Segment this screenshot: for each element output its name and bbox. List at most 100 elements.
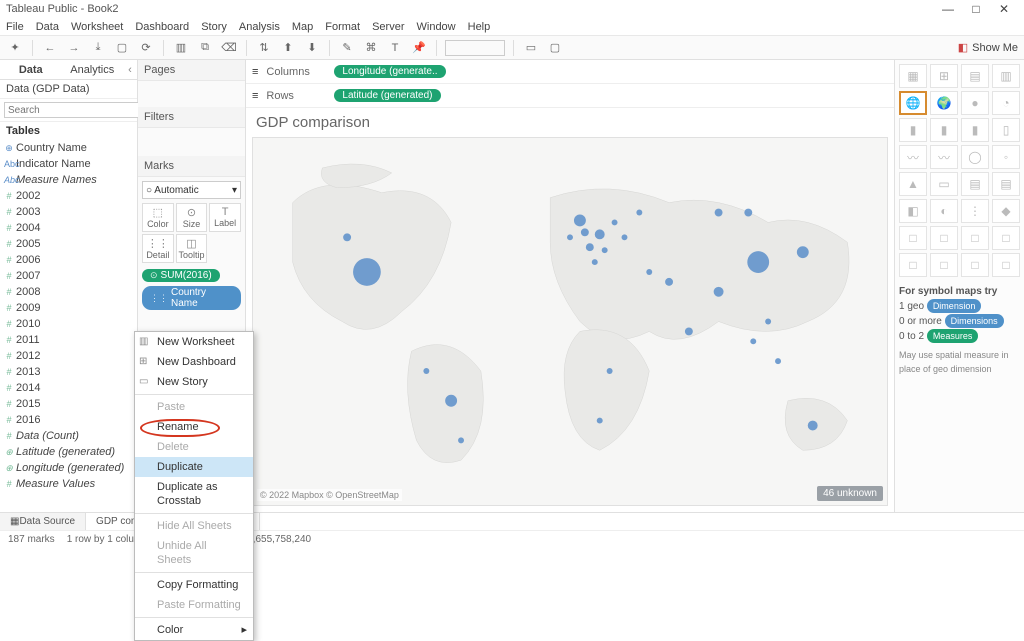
refresh-button[interactable]: ⟳ bbox=[137, 39, 155, 57]
showme-chart-option[interactable]: □ bbox=[961, 253, 989, 277]
field-item[interactable]: #2013 bbox=[0, 364, 137, 380]
field-item[interactable]: #2011 bbox=[0, 332, 137, 348]
showme-chart-option[interactable]: ▥ bbox=[992, 64, 1020, 88]
showme-chart-option[interactable]: ◧ bbox=[899, 199, 927, 223]
field-item[interactable]: ⊕Country Name bbox=[0, 140, 137, 156]
menu-map[interactable]: Map bbox=[292, 21, 313, 33]
field-item[interactable]: AbcIndicator Name bbox=[0, 156, 137, 172]
field-item[interactable]: #2003 bbox=[0, 204, 137, 220]
ctx-item-duplicate[interactable]: Duplicate bbox=[135, 457, 253, 477]
showme-chart-option[interactable]: ◯ bbox=[961, 145, 989, 169]
label-toggle-button[interactable]: T bbox=[386, 39, 404, 57]
ctx-item-new-dashboard[interactable]: ⊞New Dashboard bbox=[135, 352, 253, 372]
collapse-pane-button[interactable]: ‹ bbox=[123, 60, 137, 79]
group-button[interactable]: ⌘ bbox=[362, 39, 380, 57]
rows-pill-latitude[interactable]: Latitude (generated) bbox=[334, 89, 440, 102]
rows-shelf[interactable]: ≡ Rows Latitude (generated) bbox=[246, 84, 894, 108]
new-datasource-button[interactable]: ▢ bbox=[113, 39, 131, 57]
menu-story[interactable]: Story bbox=[201, 21, 227, 33]
showme-chart-option[interactable]: ◦ bbox=[992, 145, 1020, 169]
field-item[interactable]: AbcMeasure Names bbox=[0, 172, 137, 188]
ctx-item-copy-formatting[interactable]: Copy Formatting bbox=[135, 575, 253, 595]
showme-chart-option[interactable]: ● bbox=[961, 91, 989, 115]
logo-icon[interactable]: ✦ bbox=[6, 39, 24, 57]
show-me-toggle[interactable]: ◧ Show Me bbox=[958, 41, 1018, 54]
field-item[interactable]: #2012 bbox=[0, 348, 137, 364]
showme-chart-option[interactable]: ▤ bbox=[961, 64, 989, 88]
new-worksheet-button[interactable]: ▥ bbox=[172, 39, 190, 57]
showme-chart-option[interactable]: 〰 bbox=[930, 145, 958, 169]
field-item[interactable]: #2004 bbox=[0, 220, 137, 236]
columns-pill-longitude[interactable]: Longitude (generate.. bbox=[334, 65, 445, 78]
showme-chart-option[interactable]: 🌍 bbox=[930, 91, 958, 115]
showme-chart-option[interactable]: □ bbox=[961, 226, 989, 250]
save-button[interactable]: ⤓ bbox=[89, 39, 107, 57]
menu-analysis[interactable]: Analysis bbox=[239, 21, 280, 33]
showme-chart-option[interactable]: ▦ bbox=[899, 64, 927, 88]
field-item[interactable]: #2009 bbox=[0, 300, 137, 316]
highlight-button[interactable]: ✎ bbox=[338, 39, 356, 57]
datasource-row[interactable]: Data (GDP Data) bbox=[0, 80, 137, 99]
showme-chart-option[interactable]: ⋮ bbox=[961, 199, 989, 223]
mark-type-selector[interactable]: ○ Automatic▾ bbox=[142, 181, 241, 199]
showme-chart-option[interactable]: □ bbox=[992, 226, 1020, 250]
menu-dashboard[interactable]: Dashboard bbox=[135, 21, 189, 33]
showme-chart-option[interactable]: ◔ bbox=[992, 91, 1020, 115]
field-item[interactable]: #2008 bbox=[0, 284, 137, 300]
cards-toggle-button[interactable]: ▢ bbox=[546, 39, 564, 57]
showme-chart-option[interactable]: ⊞ bbox=[930, 64, 958, 88]
field-item[interactable]: ⊕Longitude (generated) bbox=[0, 460, 137, 476]
showme-chart-option[interactable]: ◆ bbox=[992, 199, 1020, 223]
showme-chart-option[interactable]: ▤ bbox=[961, 172, 989, 196]
field-item[interactable]: #2015 bbox=[0, 396, 137, 412]
menu-format[interactable]: Format bbox=[325, 21, 360, 33]
menu-window[interactable]: Window bbox=[417, 21, 456, 33]
viz-title[interactable]: GDP comparison bbox=[246, 108, 894, 137]
field-item[interactable]: #2007 bbox=[0, 268, 137, 284]
search-input[interactable] bbox=[4, 102, 144, 118]
showme-chart-option[interactable]: ▤ bbox=[992, 172, 1020, 196]
marks-color[interactable]: ⬚Color bbox=[142, 203, 174, 232]
fit-selector[interactable] bbox=[445, 40, 505, 56]
field-item[interactable]: #Data (Count) bbox=[0, 428, 137, 444]
ctx-item-duplicate-as-crosstab[interactable]: Duplicate as Crosstab bbox=[135, 477, 253, 511]
marks-size[interactable]: ⊙Size bbox=[176, 203, 208, 232]
pill-size-sum2016[interactable]: ⊙SUM(2016) bbox=[142, 269, 220, 282]
sort-asc-button[interactable]: ⬆ bbox=[279, 39, 297, 57]
duplicate-button[interactable]: ⧉ bbox=[196, 39, 214, 57]
close-button[interactable]: ✕ bbox=[990, 2, 1018, 16]
presentation-button[interactable]: ▭ bbox=[522, 39, 540, 57]
showme-chart-option[interactable]: □ bbox=[992, 253, 1020, 277]
sort-desc-button[interactable]: ⬇ bbox=[303, 39, 321, 57]
field-item[interactable]: #2002 bbox=[0, 188, 137, 204]
unknown-indicator[interactable]: 46 unknown bbox=[817, 486, 883, 501]
field-item[interactable]: #2006 bbox=[0, 252, 137, 268]
menu-worksheet[interactable]: Worksheet bbox=[71, 21, 123, 33]
pages-shelf[interactable]: Pages bbox=[138, 60, 245, 81]
field-item[interactable]: #2005 bbox=[0, 236, 137, 252]
ctx-item-new-worksheet[interactable]: ▥New Worksheet bbox=[135, 332, 253, 352]
showme-chart-option[interactable]: ▭ bbox=[930, 172, 958, 196]
field-item[interactable]: #2010 bbox=[0, 316, 137, 332]
showme-chart-option[interactable]: ▮ bbox=[961, 118, 989, 142]
map-viz[interactable]: © 2022 Mapbox © OpenStreetMap 46 unknown bbox=[252, 137, 888, 506]
marks-detail[interactable]: ⋮⋮Detail bbox=[142, 234, 174, 263]
showme-chart-option[interactable]: □ bbox=[930, 253, 958, 277]
field-item[interactable]: #2014 bbox=[0, 380, 137, 396]
columns-shelf[interactable]: ≡ Columns Longitude (generate.. bbox=[246, 60, 894, 84]
showme-chart-option[interactable]: 〰 bbox=[899, 145, 927, 169]
filters-shelf[interactable]: Filters bbox=[138, 107, 245, 128]
menu-data[interactable]: Data bbox=[36, 21, 59, 33]
field-item[interactable]: #2016 bbox=[0, 412, 137, 428]
swap-button[interactable]: ⇅ bbox=[255, 39, 273, 57]
pin-button[interactable]: 📌 bbox=[410, 39, 428, 57]
showme-chart-option[interactable]: □ bbox=[930, 226, 958, 250]
showme-chart-option[interactable]: ◐ bbox=[930, 199, 958, 223]
tab-analytics[interactable]: Analytics bbox=[62, 60, 124, 79]
maximize-button[interactable]: □ bbox=[962, 2, 990, 16]
ctx-item-color[interactable]: Color▸ bbox=[135, 620, 253, 640]
forward-button[interactable]: → bbox=[65, 39, 83, 57]
back-button[interactable]: ← bbox=[41, 39, 59, 57]
showme-chart-option[interactable]: □ bbox=[899, 226, 927, 250]
showme-chart-option[interactable]: □ bbox=[899, 253, 927, 277]
